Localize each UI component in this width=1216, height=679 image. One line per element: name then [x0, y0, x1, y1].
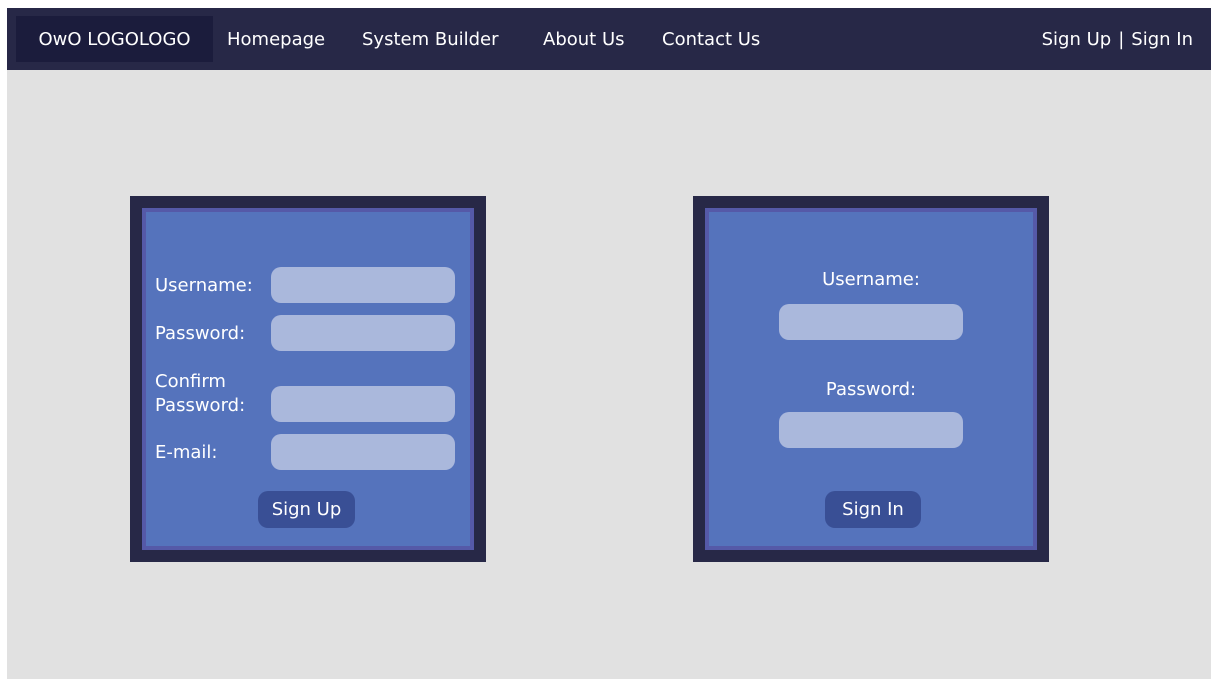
- nav-link-contact-us[interactable]: Contact Us: [662, 8, 760, 70]
- signin-username-input[interactable]: [779, 304, 963, 340]
- signup-password-input[interactable]: [271, 315, 455, 351]
- nav-link-homepage[interactable]: Homepage: [227, 8, 325, 70]
- logo[interactable]: OwO LOGOLOGO: [16, 16, 213, 62]
- signin-panel: Username: Password: Sign In: [693, 196, 1049, 562]
- signup-confirm-label-line2: Password:: [155, 395, 246, 416]
- nav-sign-in-link[interactable]: Sign In: [1131, 29, 1193, 50]
- auth-links: Sign Up | Sign In: [1042, 8, 1193, 70]
- signup-email-label: E-mail:: [155, 442, 218, 463]
- signup-confirm-label-line1: Confirm: [155, 371, 226, 392]
- signin-panel-body: Username: Password: Sign In: [705, 208, 1037, 550]
- signin-password-label: Password:: [825, 379, 917, 400]
- nav-sign-up-link[interactable]: Sign Up: [1042, 29, 1112, 50]
- nav-link-system-builder[interactable]: System Builder: [362, 8, 499, 70]
- signup-confirm-password-input[interactable]: [271, 386, 455, 422]
- signup-username-label: Username:: [155, 275, 253, 296]
- signup-email-input[interactable]: [271, 434, 455, 470]
- signin-username-label: Username:: [822, 269, 920, 290]
- sign-up-button[interactable]: Sign Up: [258, 491, 355, 528]
- nav-link-about-us[interactable]: About Us: [543, 8, 625, 70]
- signup-username-input[interactable]: [271, 267, 455, 303]
- signup-password-label: Password:: [155, 323, 246, 344]
- auth-separator: |: [1118, 28, 1125, 50]
- signup-panel-body: Username: Password: Confirm Password: E-…: [142, 208, 474, 550]
- top-navbar: OwO LOGOLOGO Homepage System Builder Abo…: [7, 8, 1211, 70]
- signin-password-input[interactable]: [779, 412, 963, 448]
- signup-panel: Username: Password: Confirm Password: E-…: [130, 196, 486, 562]
- page-frame: OwO LOGOLOGO Homepage System Builder Abo…: [7, 8, 1211, 679]
- sign-in-button[interactable]: Sign In: [825, 491, 921, 528]
